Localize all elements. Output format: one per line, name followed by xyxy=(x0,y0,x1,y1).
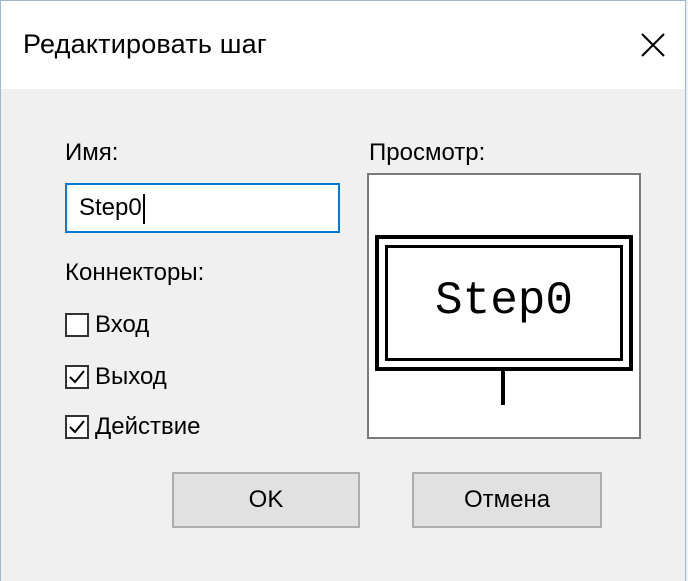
close-icon xyxy=(641,33,665,57)
name-input-value: Step0 xyxy=(79,194,142,221)
edit-step-dialog: Редактировать шаг Имя: Step0 Коннекторы:… xyxy=(0,0,686,581)
close-button[interactable] xyxy=(613,1,685,89)
checkbox-label: Выход xyxy=(95,363,167,390)
preview-panel: Step0 xyxy=(367,173,641,439)
checkbox-label: Действие xyxy=(95,413,201,440)
checkbox-box[interactable] xyxy=(65,313,89,337)
checkbox-box[interactable] xyxy=(65,415,89,439)
preview-step-text: Step0 xyxy=(434,275,574,327)
connector-action-checkbox[interactable]: Действие xyxy=(65,412,201,442)
preview-label: Просмотр: xyxy=(369,139,486,166)
title-bar: Редактировать шаг xyxy=(1,1,685,89)
checkbox-label: Вход xyxy=(95,311,150,338)
name-input[interactable]: Step0 xyxy=(65,183,340,233)
ok-button[interactable]: OK xyxy=(172,472,360,528)
connectors-label: Коннекторы: xyxy=(65,259,205,286)
text-caret xyxy=(142,193,145,224)
preview-output-connector xyxy=(501,371,505,405)
connector-output-checkbox[interactable]: Выход xyxy=(65,362,167,392)
dialog-title: Редактировать шаг xyxy=(23,29,267,59)
checkmark-icon xyxy=(69,370,85,384)
preview-step-frame: Step0 xyxy=(375,235,633,371)
checkbox-box[interactable] xyxy=(65,365,89,389)
checkmark-icon xyxy=(69,420,85,434)
cancel-button[interactable]: Отмена xyxy=(412,472,602,528)
connector-input-checkbox[interactable]: Вход xyxy=(65,310,149,340)
preview-step-box: Step0 xyxy=(385,245,623,361)
name-label: Имя: xyxy=(65,139,119,166)
